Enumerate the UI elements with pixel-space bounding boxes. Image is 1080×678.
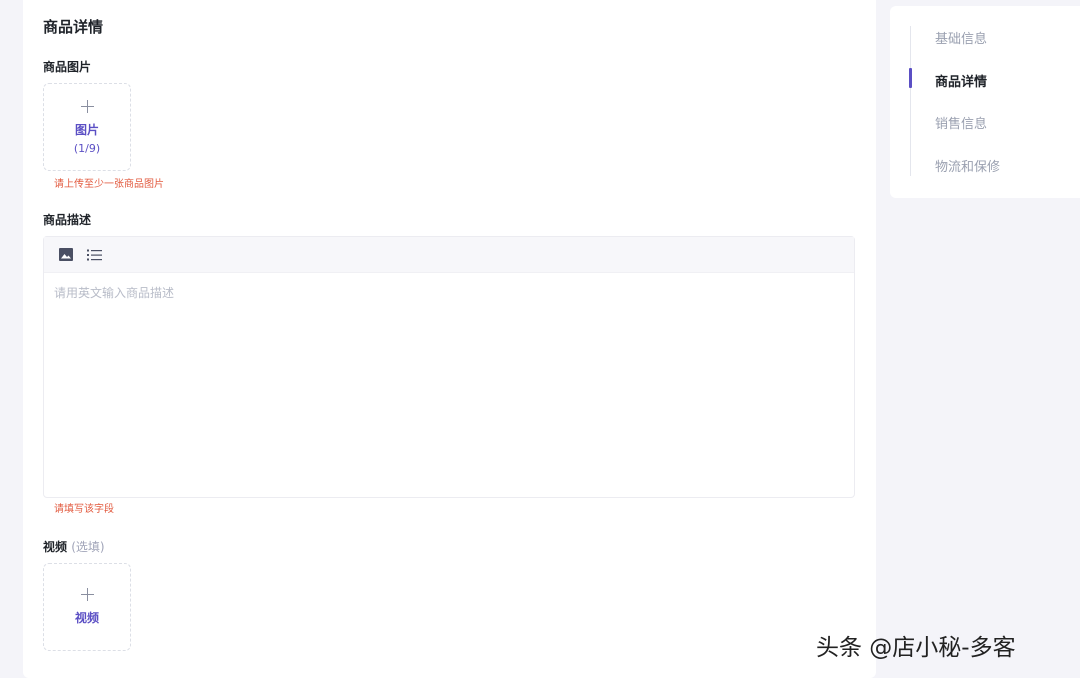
description-editor bbox=[43, 236, 855, 498]
nav-item-logistics-warranty[interactable]: 物流和保修 bbox=[935, 156, 1000, 175]
video-label-text: 视频 bbox=[43, 540, 68, 554]
image-upload-count: (1/9) bbox=[73, 141, 101, 155]
image-icon[interactable] bbox=[58, 247, 74, 263]
product-details-card: 商品详情 商品图片 图片 (1/9) 请上传至少一张商品图片 商品描述 请用英文… bbox=[23, 0, 876, 678]
watermark: 头条 @店小秘-多客 bbox=[816, 635, 1016, 661]
image-upload-button[interactable]: 图片 (1/9) bbox=[43, 83, 131, 171]
nav-item-product-details[interactable]: 商品详情 bbox=[935, 71, 987, 90]
description-error-message: 请填写该字段 bbox=[54, 504, 114, 515]
plus-icon bbox=[80, 99, 94, 113]
editor-toolbar bbox=[44, 237, 854, 273]
video-label: 视频 (选填) bbox=[43, 538, 105, 555]
video-upload-button[interactable]: 视频 bbox=[43, 563, 131, 651]
plus-icon bbox=[80, 588, 94, 601]
nav-item-basic-info[interactable]: 基础信息 bbox=[935, 28, 987, 47]
section-title: 商品详情 bbox=[43, 18, 104, 36]
product-images-label: 商品图片 bbox=[43, 60, 92, 74]
images-error-message: 请上传至少一张商品图片 bbox=[54, 179, 164, 190]
bullet-list-icon[interactable] bbox=[86, 247, 102, 263]
nav-active-indicator bbox=[909, 68, 912, 88]
video-upload-label: 视频 bbox=[74, 611, 99, 625]
product-description-label: 商品描述 bbox=[43, 213, 92, 227]
section-anchor-nav: 基础信息 商品详情 销售信息 物流和保修 bbox=[890, 6, 1080, 198]
nav-item-sales-info[interactable]: 销售信息 bbox=[935, 113, 987, 132]
video-optional-hint: (选填) bbox=[71, 540, 105, 554]
image-upload-label: 图片 bbox=[74, 122, 99, 137]
nav-track bbox=[910, 26, 911, 176]
description-input[interactable] bbox=[44, 273, 854, 497]
